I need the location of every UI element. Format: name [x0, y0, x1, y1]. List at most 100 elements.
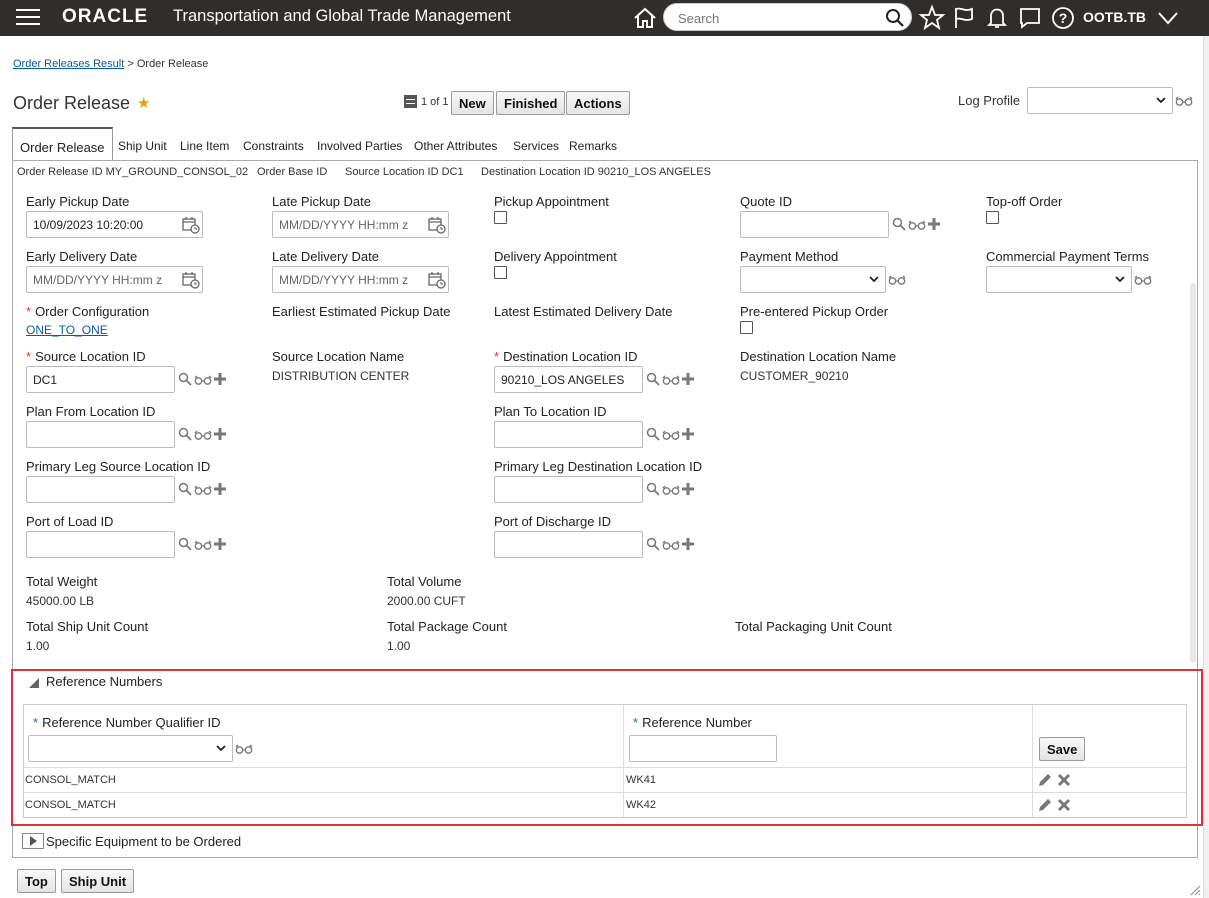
breadcrumb-order-releases-result[interactable]: Order Releases Result: [13, 58, 124, 70]
search-icon[interactable]: [178, 372, 192, 386]
view-glasses-icon[interactable]: [888, 274, 906, 286]
view-glasses-icon[interactable]: [1175, 95, 1193, 107]
view-glasses-icon[interactable]: [194, 484, 212, 496]
menu-icon[interactable]: [16, 9, 40, 27]
panel-scrollbar[interactable]: [1190, 283, 1196, 663]
window-scrollbar[interactable]: [1203, 36, 1209, 898]
port-of-load-id-input[interactable]: [26, 531, 175, 558]
late-pickup-date-input[interactable]: [272, 211, 449, 238]
chevron-down-icon[interactable]: [1154, 4, 1182, 32]
pre-entered-pickup-order-checkbox[interactable]: [740, 321, 753, 334]
view-glasses-icon[interactable]: [1134, 274, 1152, 286]
view-glasses-icon[interactable]: [194, 429, 212, 441]
commercial-payment-terms-select[interactable]: [986, 266, 1132, 293]
reference-number-input[interactable]: [629, 735, 777, 762]
search-icon[interactable]: [646, 537, 660, 551]
view-glasses-icon[interactable]: [194, 374, 212, 386]
collapse-triangle-icon[interactable]: [28, 677, 40, 689]
save-button[interactable]: Save: [1039, 737, 1086, 761]
calendar-icon[interactable]: [182, 216, 200, 234]
primary-leg-destination-location-id-label: Primary Leg Destination Location ID: [494, 459, 703, 474]
add-icon[interactable]: [213, 427, 227, 441]
favorites-star-icon[interactable]: [918, 4, 946, 32]
chat-icon[interactable]: [1016, 4, 1044, 32]
search-input[interactable]: [676, 9, 876, 27]
top-off-order-checkbox[interactable]: [986, 211, 999, 224]
expand-triangle-icon[interactable]: [22, 833, 44, 849]
primary-leg-source-location-id-input[interactable]: [26, 476, 175, 503]
search-icon[interactable]: [178, 482, 192, 496]
reference-numbers-title[interactable]: Reference Numbers: [46, 674, 162, 689]
destination-location-id-input[interactable]: [494, 366, 643, 393]
delivery-appointment-checkbox[interactable]: [494, 266, 507, 279]
view-glasses-icon[interactable]: [194, 539, 212, 551]
search-icon[interactable]: [178, 537, 192, 551]
tab-order-release[interactable]: Order Release: [12, 127, 113, 161]
view-glasses-icon[interactable]: [662, 484, 680, 496]
view-glasses-icon[interactable]: [235, 743, 253, 755]
port-of-discharge-id-input[interactable]: [494, 531, 643, 558]
help-icon[interactable]: ?: [1049, 4, 1077, 32]
search-icon[interactable]: [885, 8, 905, 28]
search-icon[interactable]: [178, 427, 192, 441]
ship-unit-button[interactable]: Ship Unit: [61, 869, 135, 893]
flag-icon[interactable]: [950, 4, 978, 32]
search-icon[interactable]: [892, 217, 906, 231]
edit-pencil-icon[interactable]: [1037, 797, 1053, 813]
reference-qualifier-select[interactable]: [28, 735, 233, 762]
delete-x-icon[interactable]: [1056, 772, 1072, 788]
destination-location-id-label: * Destination Location ID: [494, 349, 638, 364]
delete-x-icon[interactable]: [1056, 797, 1072, 813]
add-icon[interactable]: [681, 482, 695, 496]
source-location-id-input[interactable]: [26, 366, 175, 393]
search-icon[interactable]: [646, 482, 660, 496]
view-glasses-icon[interactable]: [908, 219, 926, 231]
view-glasses-icon[interactable]: [662, 539, 680, 551]
tab-other-attributes[interactable]: Other Attributes: [414, 139, 497, 153]
add-icon[interactable]: [213, 537, 227, 551]
tab-involved-parties[interactable]: Involved Parties: [317, 139, 402, 153]
plan-from-location-id-input[interactable]: [26, 421, 175, 448]
view-glasses-icon[interactable]: [662, 429, 680, 441]
calendar-icon[interactable]: [182, 271, 200, 289]
early-pickup-date-input[interactable]: [26, 211, 203, 238]
new-button[interactable]: New: [451, 91, 494, 115]
actions-button[interactable]: Actions: [566, 91, 630, 115]
calendar-icon[interactable]: [428, 271, 446, 289]
add-icon[interactable]: [681, 372, 695, 386]
add-icon[interactable]: [681, 537, 695, 551]
pickup-appointment-checkbox[interactable]: [494, 211, 507, 224]
specific-equipment-title[interactable]: Specific Equipment to be Ordered: [46, 834, 241, 849]
view-glasses-icon[interactable]: [662, 374, 680, 386]
tab-services[interactable]: Services: [513, 139, 559, 153]
log-profile-select[interactable]: [1027, 87, 1173, 114]
add-icon[interactable]: [927, 217, 941, 231]
tab-constraints[interactable]: Constraints: [243, 139, 304, 153]
tab-remarks[interactable]: Remarks: [569, 139, 617, 153]
user-menu[interactable]: OOTB.TB: [1083, 9, 1146, 25]
notifications-bell-icon[interactable]: [983, 4, 1011, 32]
early-delivery-date-input[interactable]: [26, 266, 203, 293]
payment-method-select[interactable]: [740, 266, 886, 293]
home-icon[interactable]: [631, 4, 659, 32]
add-icon[interactable]: [681, 427, 695, 441]
edit-pencil-icon[interactable]: [1037, 772, 1053, 788]
search-icon[interactable]: [646, 427, 660, 441]
global-search[interactable]: [663, 3, 912, 31]
late-delivery-date-input[interactable]: [272, 266, 449, 293]
pager-list-icon[interactable]: [404, 95, 417, 108]
top-button[interactable]: Top: [17, 869, 56, 893]
tab-ship-unit[interactable]: Ship Unit: [118, 139, 167, 153]
tab-line-item[interactable]: Line Item: [180, 139, 229, 153]
plan-to-location-id-input[interactable]: [494, 421, 643, 448]
finished-button[interactable]: Finished: [496, 91, 566, 115]
primary-leg-destination-location-id-input[interactable]: [494, 476, 643, 503]
favorite-star-icon[interactable]: ★: [137, 94, 150, 112]
resize-grip-icon[interactable]: [1189, 884, 1201, 896]
quote-id-input[interactable]: [740, 211, 889, 238]
add-icon[interactable]: [213, 482, 227, 496]
add-icon[interactable]: [213, 372, 227, 386]
calendar-icon[interactable]: [428, 216, 446, 234]
search-icon[interactable]: [646, 372, 660, 386]
order-configuration-link[interactable]: ONE_TO_ONE: [26, 323, 108, 337]
